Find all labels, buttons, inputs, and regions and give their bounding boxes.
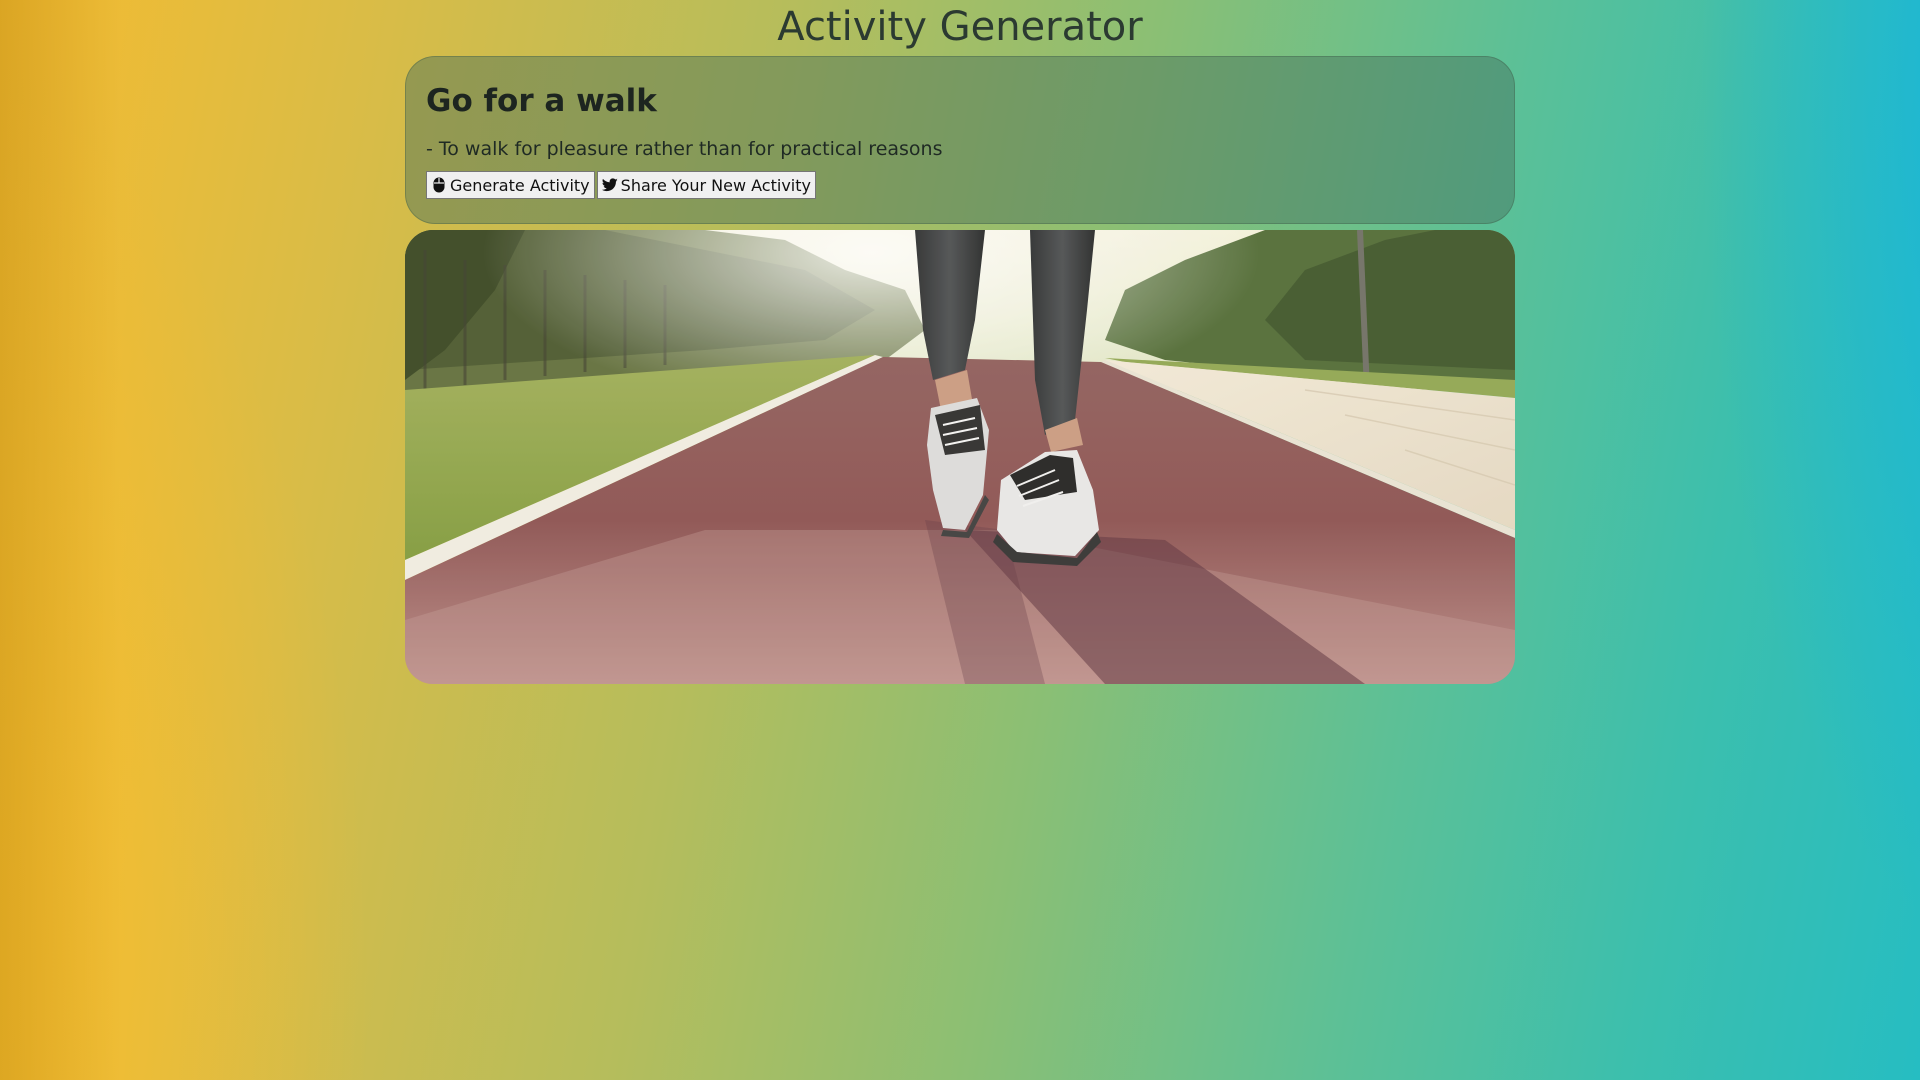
activity-photo: [405, 230, 1515, 684]
page-title: Activity Generator: [777, 4, 1143, 50]
activity-name: Go for a walk: [426, 83, 657, 119]
background-shade: [0, 0, 120, 1080]
twitter-bird-icon: [601, 177, 618, 193]
action-buttons: Generate Activity Share Your New Activit…: [426, 171, 1494, 199]
share-activity-label: Share Your New Activity: [620, 175, 811, 195]
activity-card: Go for a walk - To walk for pleasure rat…: [405, 56, 1515, 224]
activity-description: - To walk for pleasure rather than for p…: [426, 138, 943, 160]
share-activity-button[interactable]: Share Your New Activity: [596, 171, 816, 199]
walking-shoes-photo: [405, 230, 1515, 684]
generate-activity-button[interactable]: Generate Activity: [426, 171, 595, 199]
generate-activity-label: Generate Activity: [450, 175, 590, 195]
mouse-icon: [431, 177, 447, 193]
